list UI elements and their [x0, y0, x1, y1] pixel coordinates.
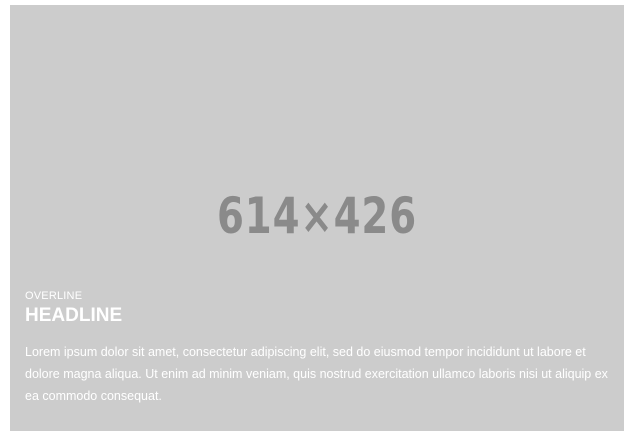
- image-card: 614×426 OVERLINE HEADLINE Lorem ipsum do…: [10, 5, 624, 431]
- body-text: Lorem ipsum dolor sit amet, consectetur …: [25, 345, 608, 403]
- headline-text: HEADLINE: [25, 305, 123, 326]
- placeholder-dimensions-label: 614×426: [217, 187, 417, 245]
- card-caption: OVERLINE HEADLINE Lorem ipsum dolor sit …: [25, 289, 609, 407]
- overline-text: OVERLINE: [25, 290, 83, 302]
